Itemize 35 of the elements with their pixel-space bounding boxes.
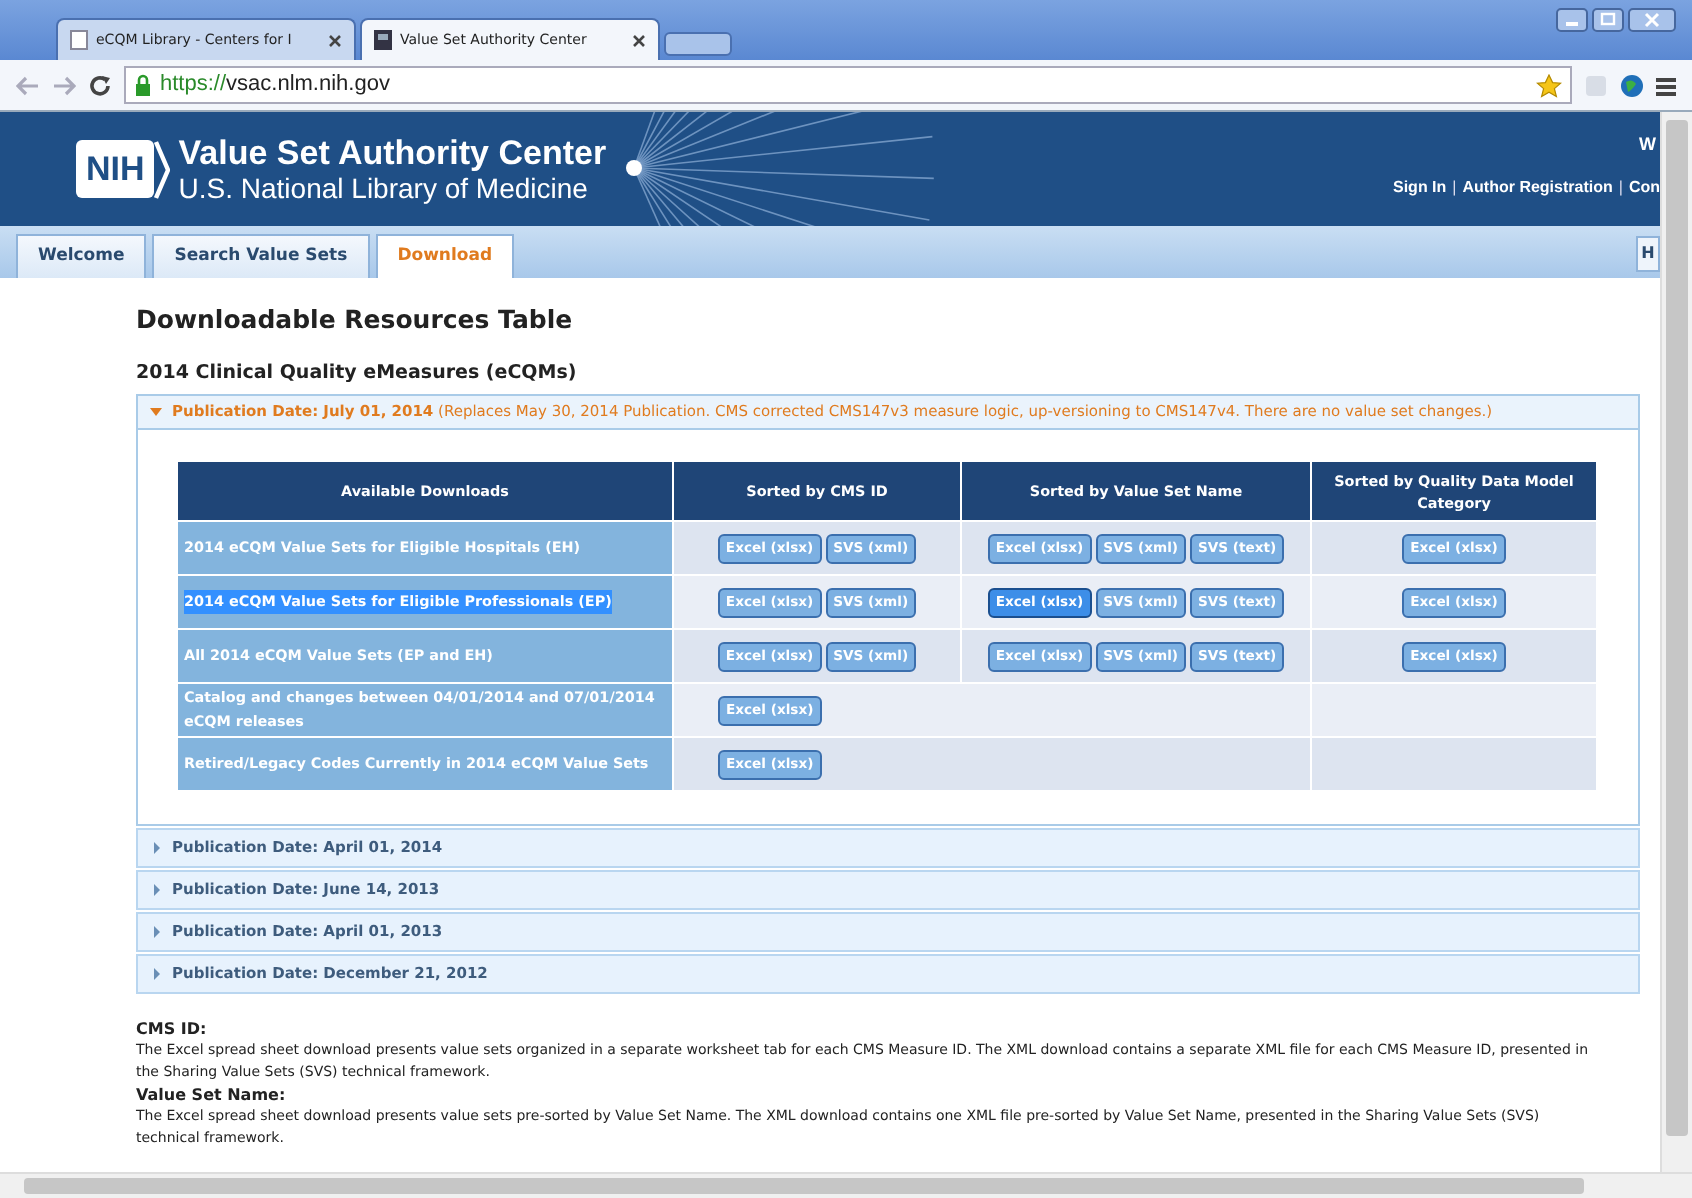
separator: | — [1452, 176, 1457, 200]
note-title: CMS ID: — [136, 1018, 209, 1040]
page-icon — [374, 30, 392, 50]
page-heading: Downloadable Resources Table — [136, 302, 575, 338]
address-bar[interactable]: https://vsac.nlm.nih.gov — [124, 66, 1572, 104]
note-title: Value Set Name: — [136, 1084, 288, 1106]
header-link[interactable]: Author Registration — [1462, 176, 1613, 200]
menu-icon[interactable] — [1656, 75, 1676, 95]
site-subtitle: U.S. National Library of Medicine — [178, 171, 590, 203]
site-tab[interactable]: Search Value Sets — [152, 234, 370, 278]
chevron-icon — [154, 139, 171, 199]
site-tab[interactable]: Download — [375, 234, 515, 278]
separator: | — [1618, 176, 1623, 200]
site-tab[interactable]: Welcome — [16, 234, 147, 278]
page-icon — [70, 30, 88, 50]
minimize-icon[interactable] — [1556, 8, 1588, 32]
header-link[interactable]: Con — [1628, 176, 1660, 200]
star-icon[interactable] — [1536, 73, 1562, 97]
section-title: 2014 Clinical Quality eMeasures (eCQMs) — [136, 359, 579, 388]
side-tab[interactable]: H — [1636, 236, 1660, 272]
horizontal-scrollbar[interactable] — [0, 1172, 1692, 1198]
site-title: Value Set Authority Center — [178, 135, 607, 171]
url-text: https://vsac.nlm.nih.gov — [160, 70, 390, 101]
close-icon[interactable] — [328, 33, 342, 47]
header-text: W — [1639, 132, 1656, 158]
vertical-scrollbar[interactable] — [1660, 112, 1692, 1172]
maximize-icon[interactable] — [1592, 8, 1624, 32]
globe-icon[interactable] — [1620, 73, 1644, 97]
close-icon[interactable] — [632, 33, 646, 47]
reload-icon[interactable] — [88, 73, 112, 97]
header-link[interactable]: Sign In — [1393, 176, 1447, 200]
lock-icon — [134, 74, 152, 96]
close-icon[interactable] — [1628, 8, 1676, 32]
new-tab-button[interactable] — [664, 32, 732, 56]
logo[interactable]: NIH — [76, 139, 155, 199]
